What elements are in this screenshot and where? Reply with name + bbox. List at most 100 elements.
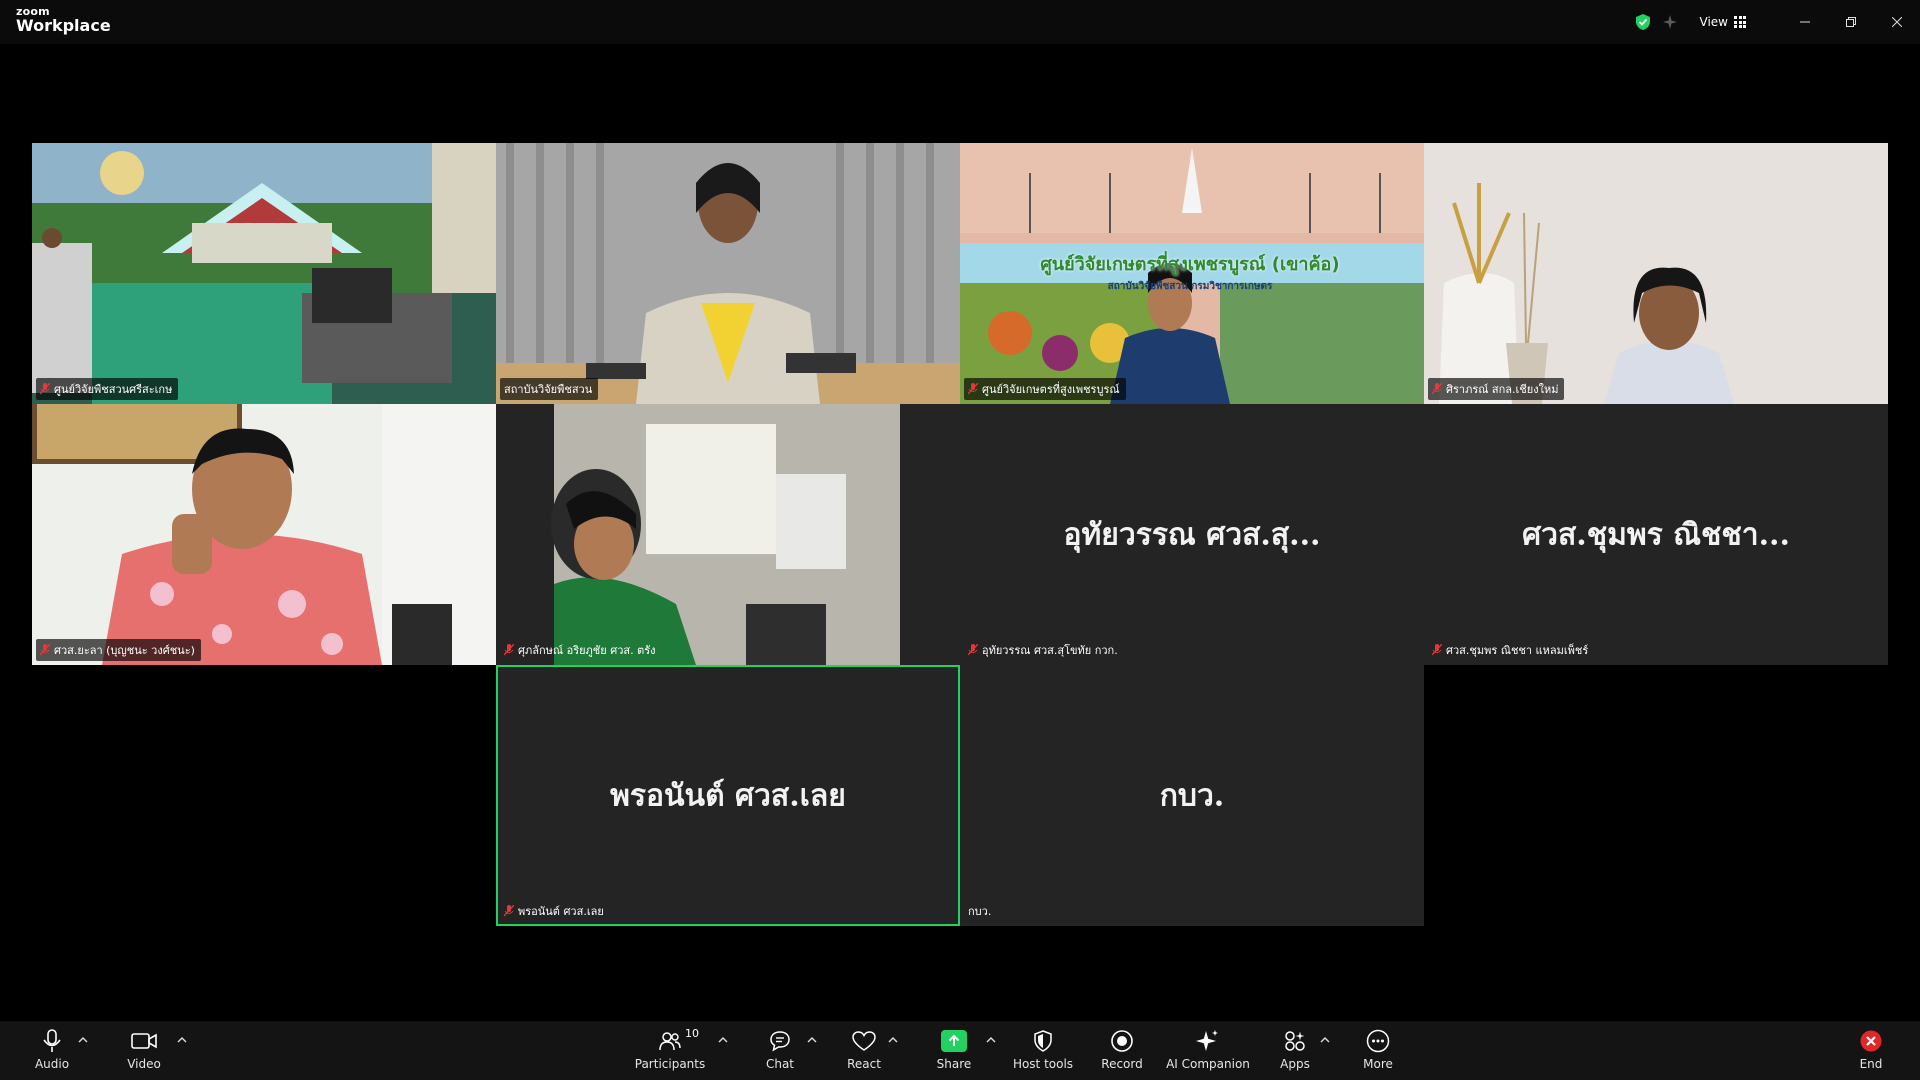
- banner-title: ศูนย์วิจัยเกษตรที่สูงเพชรบูรณ์ (เขาค้อ): [1040, 254, 1340, 275]
- end-close-icon: [1860, 1030, 1882, 1052]
- participant-name: ศวส.ชุมพร ณิชชา แหลมเพ็ชร์: [1446, 644, 1589, 657]
- ai-companion-label: AI Companion: [1166, 1057, 1250, 1071]
- encryption-shield-icon[interactable]: [1634, 13, 1652, 31]
- chevron-up-icon: [888, 1037, 898, 1043]
- heart-icon: [852, 1031, 876, 1051]
- participant-display-name: พรอนันต์ ศวส.เลย: [610, 778, 846, 813]
- chevron-up-icon: [78, 1037, 88, 1043]
- video-camera-icon: [131, 1033, 157, 1049]
- participant-name-label: ศวส.ยะลา (บุญชนะ วงศ์ชนะ): [36, 639, 201, 661]
- more-dots-icon: [1366, 1029, 1390, 1053]
- participant-name: สถาบันวิจัยพืชสวน: [504, 383, 593, 396]
- end-meeting-button[interactable]: End: [1826, 1027, 1916, 1077]
- chat-bubble-icon: [770, 1031, 790, 1052]
- participant-display-name: อุทัยวรรณ ศวส.สุ...: [1063, 517, 1321, 552]
- chat-label: Chat: [765, 1057, 795, 1071]
- participant-video: [496, 404, 960, 665]
- chevron-up-icon: [807, 1037, 817, 1043]
- chevron-up-icon: [718, 1037, 728, 1043]
- participant-name-label: ศูนย์วิจัยเกษตรที่สูงเพชรบูรณ์: [964, 378, 1126, 400]
- more-button[interactable]: More: [1333, 1027, 1423, 1077]
- view-label: View: [1699, 15, 1728, 29]
- restore-icon: [1846, 17, 1856, 27]
- participant-name: ศูนย์วิจัยพืชสวนศรีสะเกษ: [54, 383, 173, 396]
- react-options-caret[interactable]: [886, 1035, 900, 1045]
- name-tile-7[interactable]: อุทัยวรรณ ศวส.สุ... อุทัยวรรณ ศวส.สุโขทั…: [960, 404, 1424, 665]
- end-label: End: [1859, 1057, 1883, 1071]
- participant-display-name: ศวส.ชุมพร ณิชชา...: [1522, 517, 1790, 552]
- participants-count: 10: [685, 1027, 699, 1040]
- name-tile-9-active-speaker[interactable]: พรอนันต์ ศวส.เลย พรอนันต์ ศวส.เลย: [496, 665, 960, 926]
- mic-muted-icon: [504, 644, 514, 656]
- ai-sparkle-icon[interactable]: [1662, 14, 1678, 30]
- mic-muted-icon: [504, 905, 514, 917]
- participant-display-name: กบว.: [1159, 778, 1225, 813]
- participant-video: [32, 404, 496, 665]
- zoom-logo: zoom Workplace: [16, 6, 111, 34]
- audio-label: Audio: [34, 1057, 70, 1071]
- participants-options-caret[interactable]: [716, 1035, 730, 1045]
- participant-name: อุทัยวรรณ ศวส.สุโขทัย กวก.: [982, 644, 1118, 657]
- participant-name-label: พรอนันต์ ศวส.เลย: [500, 900, 610, 922]
- participant-video: [32, 143, 496, 404]
- participant-name-label: อุทัยวรรณ ศวส.สุโขทัย กวก.: [964, 639, 1124, 661]
- microphone-icon: [43, 1029, 61, 1052]
- close-window-button[interactable]: [1874, 0, 1920, 44]
- participant-name: ศุภลักษณ์ อริยภูชัย ศวส. ตรัง: [518, 644, 656, 657]
- mic-muted-icon: [40, 383, 50, 395]
- mic-muted-icon: [968, 383, 978, 395]
- logo-workplace-text: Workplace: [16, 16, 111, 35]
- video-tile-5[interactable]: ศวส.ยะลา (บุญชนะ วงศ์ชนะ): [32, 404, 496, 665]
- grid-icon: [1734, 16, 1746, 28]
- name-tile-8[interactable]: ศวส.ชุมพร ณิชชา... ศวส.ชุมพร ณิชชา แหลมเ…: [1424, 404, 1888, 665]
- record-button[interactable]: Record: [1077, 1027, 1167, 1077]
- ai-sparkle-icon: [1196, 1030, 1218, 1051]
- participant-name-label: ศวส.ชุมพร ณิชชา แหลมเพ็ชร์: [1428, 639, 1594, 661]
- apps-label: Apps: [1280, 1057, 1310, 1071]
- participant-name: ศวส.ยะลา (บุญชนะ วงศ์ชนะ): [54, 644, 195, 657]
- participants-icon: [659, 1032, 681, 1051]
- participant-name: พรอนันต์ ศวส.เลย: [518, 905, 604, 918]
- video-label: Video: [127, 1057, 161, 1071]
- share-options-caret[interactable]: [984, 1035, 998, 1045]
- host-tools-label: Host tools: [1012, 1057, 1074, 1071]
- video-options-caret[interactable]: [175, 1035, 189, 1045]
- participant-name-label: ศูนย์วิจัยพืชสวนศรีสะเกษ: [36, 378, 179, 400]
- apps-options-caret[interactable]: [1318, 1035, 1332, 1045]
- video-tile-6[interactable]: ศุภลักษณ์ อริยภูชัย ศวส. ตรัง: [496, 404, 960, 665]
- mic-muted-icon: [968, 644, 978, 656]
- audio-options-caret[interactable]: [76, 1035, 90, 1045]
- share-label: Share: [936, 1057, 972, 1071]
- chat-options-caret[interactable]: [805, 1035, 819, 1045]
- ai-companion-button[interactable]: AI Companion: [1163, 1027, 1253, 1077]
- minimize-button[interactable]: [1782, 0, 1828, 44]
- apps-icon: [1285, 1031, 1305, 1051]
- name-tile-10[interactable]: กบว. กบว.: [960, 665, 1424, 926]
- participant-name: กบว.: [968, 905, 992, 918]
- host-tools-button[interactable]: Host tools: [998, 1027, 1088, 1077]
- record-icon: [1111, 1030, 1133, 1052]
- participant-name-label: สถาบันวิจัยพืชสวน: [500, 378, 599, 400]
- react-label: React: [847, 1057, 881, 1071]
- video-tile-2[interactable]: สถาบันวิจัยพืชสวน: [496, 143, 960, 404]
- view-button[interactable]: View: [1700, 15, 1746, 29]
- shield-icon: [1034, 1030, 1052, 1052]
- more-label: More: [1363, 1057, 1393, 1071]
- participant-name-label: ศิราภรณ์ สกล.เชียงใหม่: [1428, 378, 1565, 400]
- banner-subtitle: สถาบันวิจัยพืชสวน กรมวิชาการเกษตร: [1107, 281, 1273, 292]
- video-tile-1[interactable]: ศูนย์วิจัยพืชสวนศรีสะเกษ: [32, 143, 496, 404]
- share-arrow-up-icon: [948, 1034, 960, 1046]
- minimize-icon: [1800, 21, 1810, 23]
- mic-muted-icon: [1432, 644, 1442, 656]
- chevron-up-icon: [1320, 1037, 1330, 1043]
- chevron-up-icon: [986, 1037, 996, 1043]
- participant-name: ศูนย์วิจัยเกษตรที่สูงเพชรบูรณ์: [982, 383, 1120, 396]
- participant-name: ศิราภรณ์ สกล.เชียงใหม่: [1446, 383, 1559, 396]
- participant-video: [1424, 143, 1888, 404]
- participants-label: Participants: [634, 1057, 706, 1071]
- restore-button[interactable]: [1828, 0, 1874, 44]
- participants-button[interactable]: 10 Participants: [625, 1027, 715, 1077]
- video-tile-4[interactable]: ศิราภรณ์ สกล.เชียงใหม่: [1424, 143, 1888, 404]
- chevron-up-icon: [177, 1037, 187, 1043]
- video-tile-3[interactable]: ศูนย์วิจัยเกษตรที่สูงเพชรบูรณ์ (เขาค้อ) …: [960, 143, 1424, 404]
